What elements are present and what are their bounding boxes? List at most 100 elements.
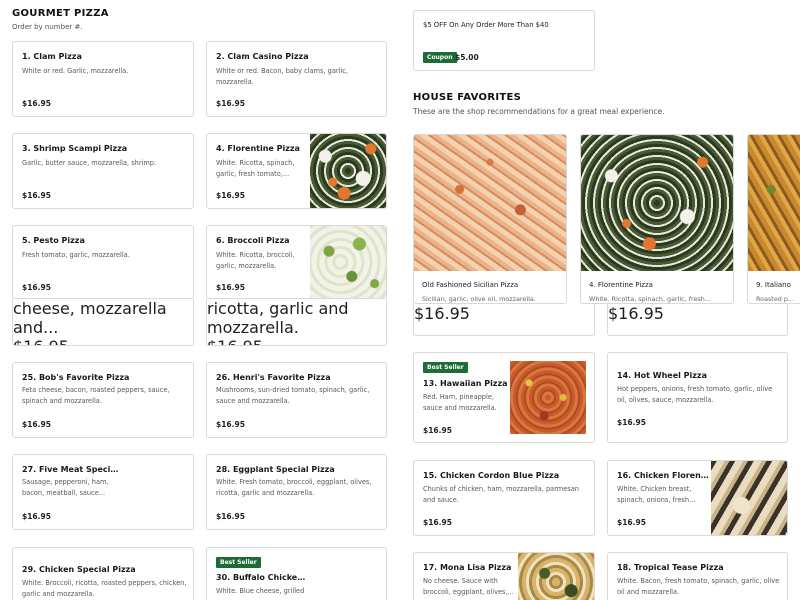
menu-item-card[interactable]: 3. Shrimp Scampi Pizza Garlic, butter sa…	[12, 133, 194, 209]
item-price: $16.95	[617, 518, 646, 527]
item-name: 26. Henri's Favorite Pizza	[216, 373, 331, 382]
menu-item-card[interactable]: cheese, mozzarella and... $16.95	[12, 299, 194, 346]
favorite-description: Roasted p...	[756, 295, 794, 303]
menu-item-card[interactable]: 18. Tropical Tease Pizza White. Bacon, f…	[607, 552, 788, 600]
menu-item-card[interactable]: 29. Chicken Special Pizza White. Broccol…	[12, 547, 194, 600]
menu-item-card[interactable]: 1. Clam Pizza White or red. Garlic, mozz…	[12, 41, 194, 117]
item-photo	[711, 461, 787, 535]
favorite-photo	[414, 135, 566, 271]
gourmet-section-subtitle: Order by number #.	[12, 23, 83, 31]
item-description: White. Ricotta, spinach, garlic, fresh t…	[216, 159, 295, 178]
item-price: $16.95	[216, 283, 245, 292]
item-name: 3. Shrimp Scampi Pizza	[22, 144, 128, 153]
item-price: $16.95	[216, 99, 245, 108]
item-price: $16.95	[13, 337, 193, 345]
item-price: $16.95	[22, 420, 51, 429]
item-description: Mushrooms, sun-dried tomato, spinach, ga…	[216, 386, 370, 405]
item-description: Fresh tomato, garlic, mozzarella.	[22, 251, 130, 259]
item-price: $16.95	[423, 426, 452, 435]
gourmet-section-title: GOURMET PIZZA	[12, 8, 109, 19]
item-description: Red. Ham, pineapple, sauce and mozzarell…	[423, 393, 497, 412]
item-photo	[510, 361, 586, 434]
item-photo	[310, 134, 386, 208]
item-photo	[310, 226, 386, 298]
item-description: cheese, mozzarella and...	[13, 299, 167, 337]
item-description: Feta cheese, bacon, roasted peppers, sau…	[22, 386, 170, 405]
best-seller-badge: Best Seller	[423, 362, 468, 373]
menu-item-card[interactable]: 4. Florentine Pizza White. Ricotta, spin…	[206, 133, 387, 209]
coupon-text: $5 OFF On Any Order More Than $40	[423, 21, 549, 29]
favorite-description: White. Ricotta, spinach, garlic, fresh..…	[589, 295, 711, 303]
item-price: $16.95	[22, 99, 51, 108]
item-name: 1. Clam Pizza	[22, 52, 82, 61]
item-name: 2. Clam Casino Pizza	[216, 52, 309, 61]
item-description: Sausage, pepperoni, ham, bacon, meatball…	[22, 478, 109, 497]
favorite-card[interactable]: 9. Italiano Roasted p...	[747, 134, 800, 304]
item-photo	[518, 553, 594, 600]
item-description: No cheese. Sauce with broccoli, eggplant…	[423, 577, 514, 596]
coupon-amount: $5.00	[455, 53, 479, 62]
item-description: White. Broccoli, ricotta, roasted pepper…	[22, 579, 187, 598]
coupon-card[interactable]: $5 OFF On Any Order More Than $40 Coupon…	[413, 10, 595, 71]
item-price: $16.95	[216, 191, 245, 200]
menu-item-card[interactable]: ricotta, garlic and mozzarella. $16.95	[206, 299, 387, 346]
best-seller-badge: Best Seller	[216, 557, 261, 568]
item-price: $16.95	[22, 283, 51, 292]
item-name: 29. Chicken Special Pizza	[22, 565, 136, 574]
favorite-description: Sicilian, garlic, olive oil, mozzarella.	[422, 295, 536, 303]
menu-item-card[interactable]: 2. Clam Casino Pizza White or red. Bacon…	[206, 41, 387, 117]
item-price: $16.95	[414, 304, 470, 323]
item-price: $16.95	[617, 418, 646, 427]
item-name: 28. Eggplant Special Pizza	[216, 465, 335, 474]
item-description: White. Ricotta, broccoli, garlic, mozzar…	[216, 251, 295, 270]
item-description: White. Chicken breast, spinach, onions, …	[617, 485, 696, 504]
item-description: Hot peppers, onions, fresh tomato, garli…	[617, 385, 773, 404]
item-description: White. Bacon, fresh tomato, spinach, gar…	[617, 577, 780, 596]
item-price: $16.95	[608, 304, 664, 323]
item-name: 13. Hawaiian Pizza	[423, 379, 508, 388]
item-price: $16.95	[216, 420, 245, 429]
favorite-photo	[748, 135, 800, 271]
item-name: 17. Mona Lisa Pizza	[423, 563, 512, 572]
menu-item-card[interactable]: 5. Pesto Pizza Fresh tomato, garlic, moz…	[12, 225, 194, 299]
item-name: 30. Buffalo Chicken...	[216, 573, 308, 582]
item-name: 16. Chicken Florentin...	[617, 471, 711, 480]
menu-item-card[interactable]: 26. Henri's Favorite Pizza Mushrooms, su…	[206, 362, 387, 438]
favorite-name: Old Fashioned Sicilian Pizza	[422, 281, 519, 289]
menu-item-card[interactable]: Best Seller 13. Hawaiian Pizza Red. Ham,…	[413, 352, 595, 443]
item-name: 6. Broccoli Pizza	[216, 236, 290, 245]
menu-item-card[interactable]: 28. Eggplant Special Pizza White. Fresh …	[206, 454, 387, 530]
favorite-card[interactable]: Old Fashioned Sicilian Pizza Sicilian, g…	[413, 134, 567, 304]
item-price: $16.95	[207, 337, 386, 345]
menu-item-card[interactable]: 27. Five Meat Special... Sausage, pepper…	[12, 454, 194, 530]
favorite-photo	[581, 135, 733, 271]
item-description: White or red. Bacon, baby clams, garlic,…	[216, 67, 348, 86]
menu-item-card[interactable]: 6. Broccoli Pizza White. Ricotta, brocco…	[206, 225, 387, 299]
item-price: $16.95	[423, 518, 452, 527]
menu-item-card[interactable]: 15. Chicken Cordon Blue Pizza Chunks of …	[413, 460, 595, 536]
item-description: ricotta, garlic and mozzarella.	[207, 299, 349, 337]
item-description: White. Fresh tomato, broccoli, eggplant,…	[216, 478, 372, 497]
menu-item-card[interactable]: Best Seller 30. Buffalo Chicken... White…	[206, 547, 387, 600]
item-price: $16.95	[22, 512, 51, 521]
menu-item-card[interactable]: 17. Mona Lisa Pizza No cheese. Sauce wit…	[413, 552, 595, 600]
favorite-name: 4. Florentine Pizza	[589, 281, 653, 289]
item-name: 4. Florentine Pizza	[216, 144, 300, 153]
item-name: 25. Bob's Favorite Pizza	[22, 373, 130, 382]
item-description: White. Blue cheese, grilled	[216, 587, 305, 595]
coupon-badge: Coupon	[423, 52, 457, 63]
item-description: White or red. Garlic, mozzarella.	[22, 67, 129, 75]
menu-item-card[interactable]: 25. Bob's Favorite Pizza Feta cheese, ba…	[12, 362, 194, 438]
item-description: Garlic, butter sauce, mozzarella, shrimp…	[22, 159, 157, 167]
item-name: 27. Five Meat Special...	[22, 465, 122, 474]
item-description: Chunks of chicken, ham, mozzarella, parm…	[423, 485, 579, 504]
favorite-name: 9. Italiano	[756, 281, 791, 289]
menu-item-card[interactable]: 16. Chicken Florentin... White. Chicken …	[607, 460, 788, 536]
house-section-subtitle: These are the shop recommendations for a…	[413, 107, 665, 116]
menu-item-card[interactable]: $16.95	[413, 304, 595, 336]
favorite-card[interactable]: 4. Florentine Pizza White. Ricotta, spin…	[580, 134, 734, 304]
item-name: 18. Tropical Tease Pizza	[617, 563, 724, 572]
menu-item-card[interactable]: 14. Hot Wheel Pizza Hot peppers, onions,…	[607, 352, 788, 443]
house-section-title: HOUSE FAVORITES	[413, 92, 522, 103]
menu-item-card[interactable]: $16.95	[607, 304, 788, 336]
